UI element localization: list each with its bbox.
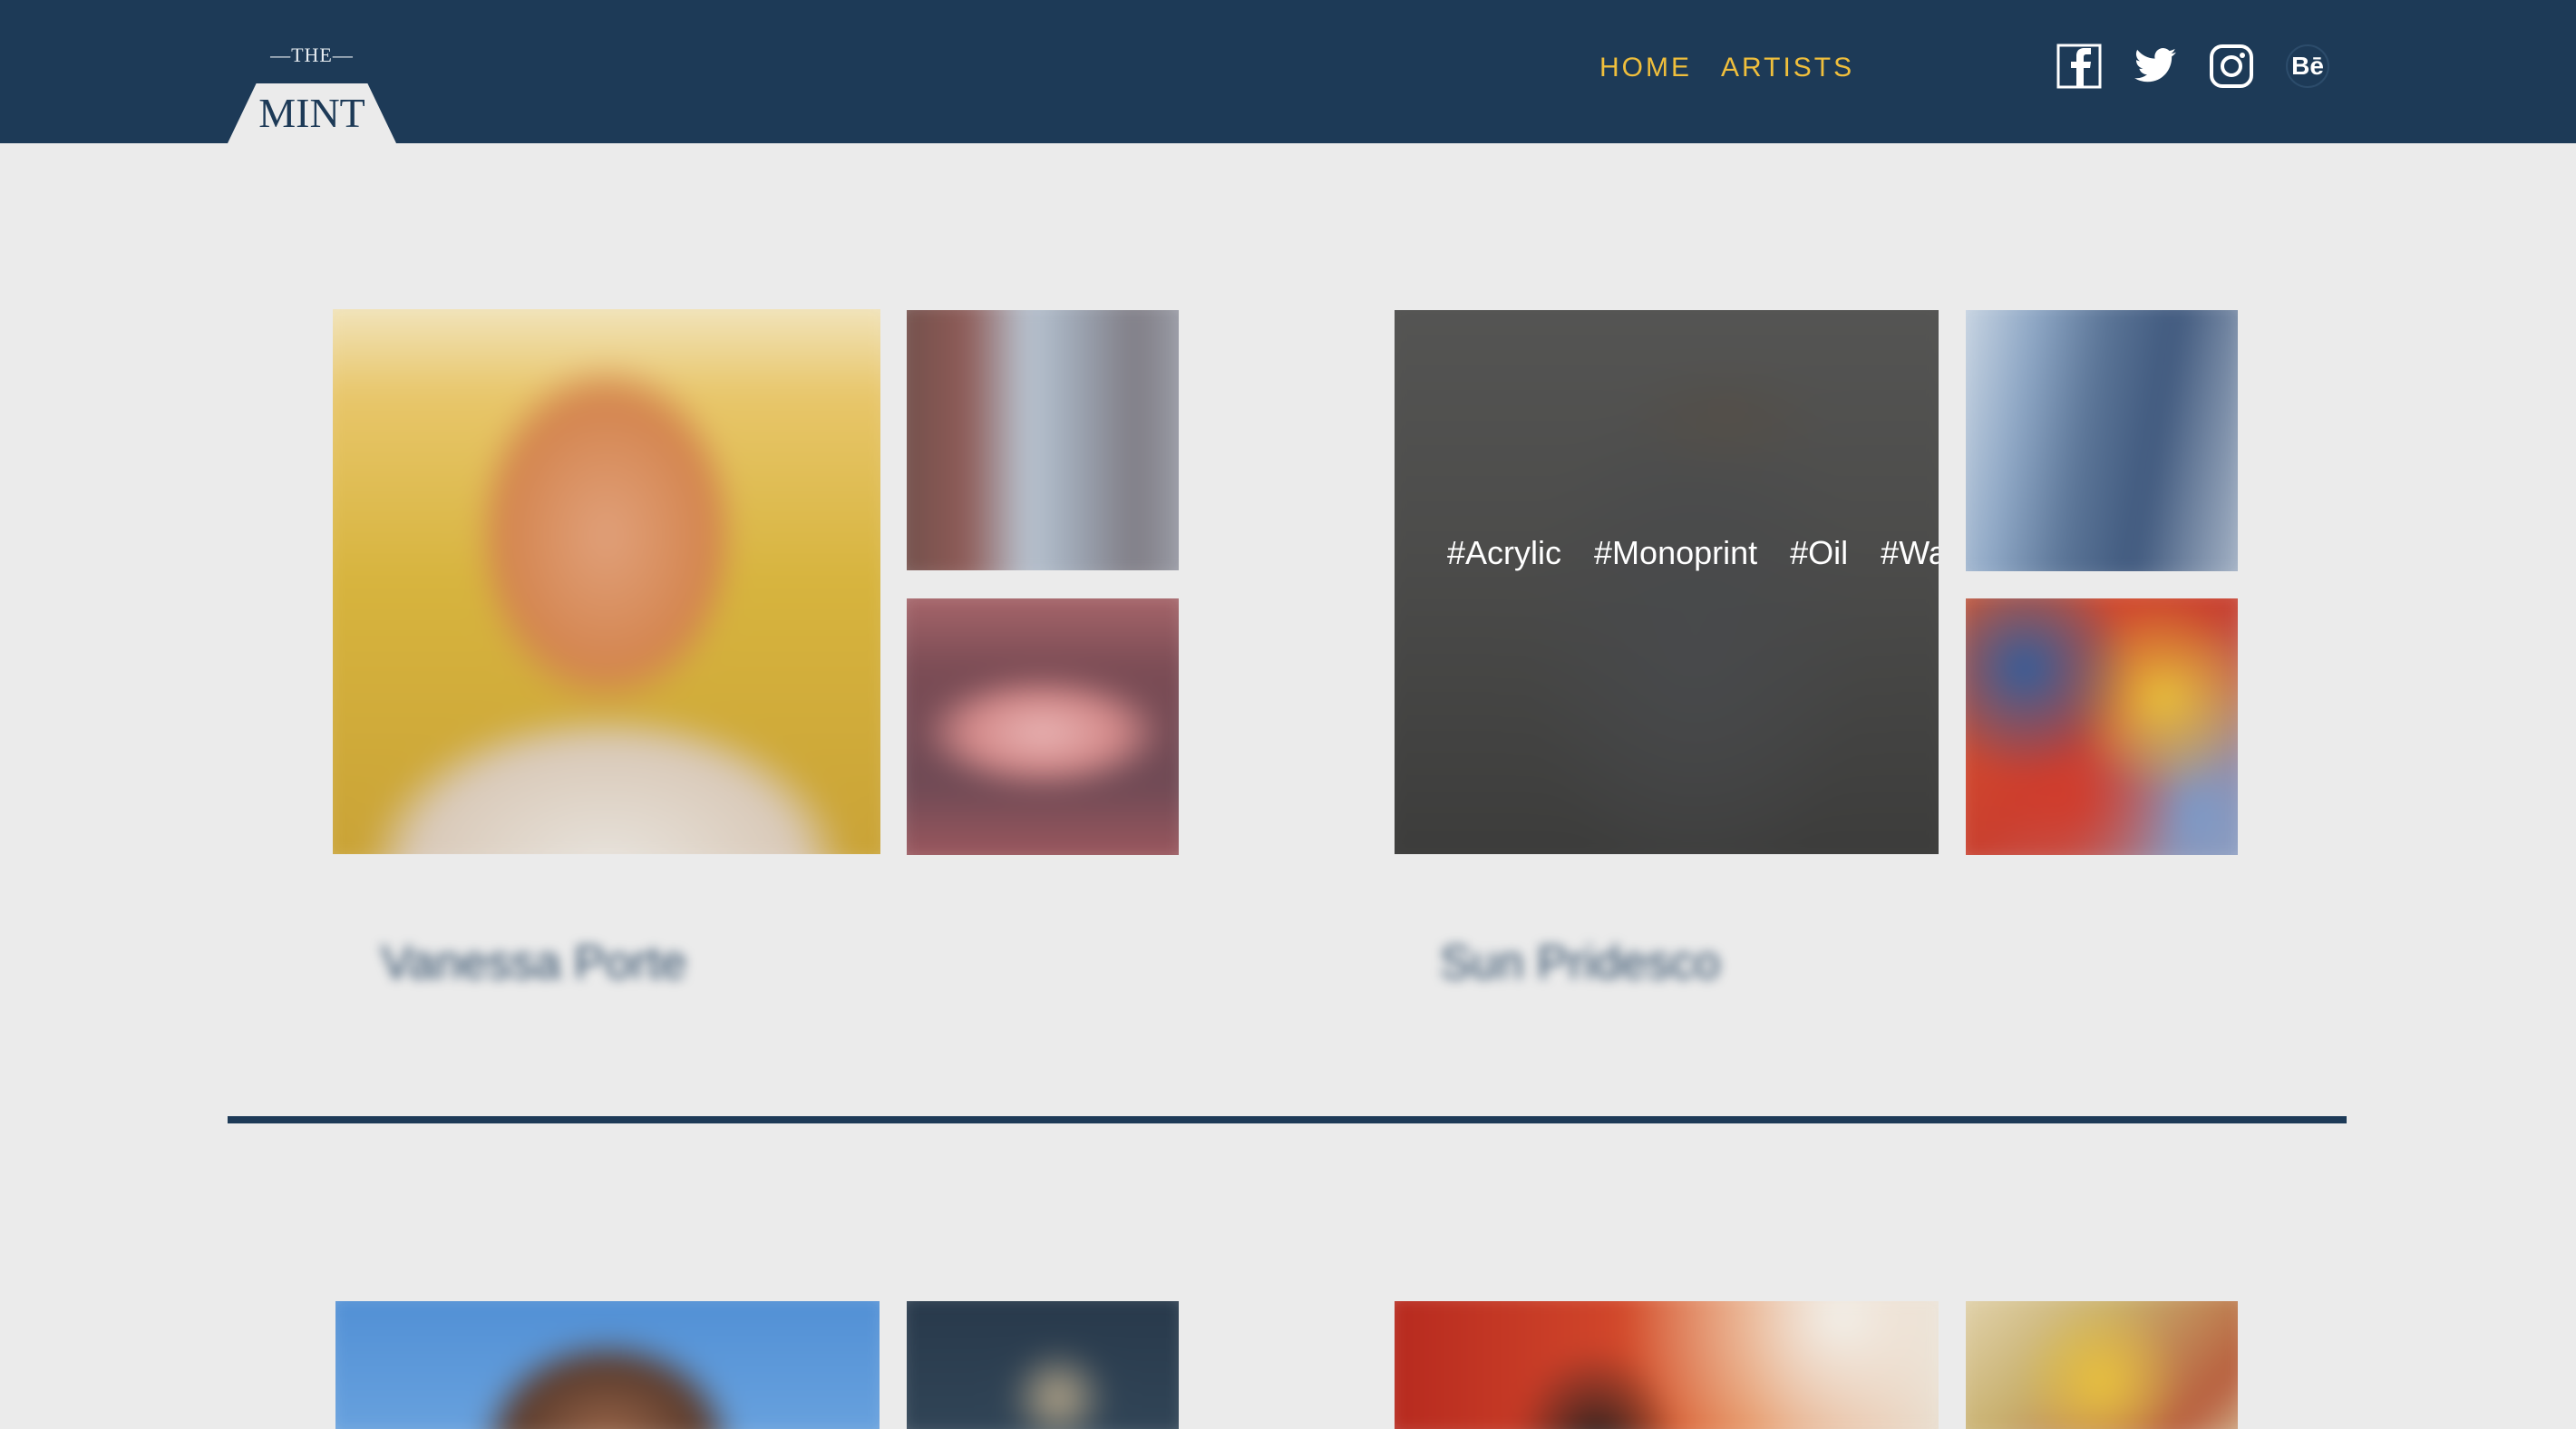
artwork-thumbnail[interactable]	[907, 310, 1179, 570]
section-divider	[228, 1116, 2347, 1123]
nav-home-link[interactable]: HOME	[1599, 53, 1692, 83]
artist-name[interactable]: Sun Pridesco	[1440, 936, 1720, 990]
artwork-thumbnail[interactable]	[1966, 1301, 2238, 1429]
logo-mint-text: MINT	[258, 90, 365, 136]
instagram-icon[interactable]	[2209, 44, 2254, 89]
facebook-icon[interactable]	[2056, 44, 2102, 89]
nav-artists-link[interactable]: ARTISTS	[1721, 53, 1854, 83]
artist-tags: #Acrylic #Monoprint #Oil #Watercolor	[1431, 519, 1939, 588]
site-header: —THE— MINT HOME ARTISTS Bē	[0, 0, 2576, 143]
artist-portrait[interactable]	[335, 1301, 880, 1429]
artist-name[interactable]: Vanessa Porte	[381, 936, 686, 990]
artist-portrait[interactable]	[1395, 1301, 1939, 1429]
logo-the-text: —THE—	[270, 44, 354, 66]
tag-monoprint[interactable]: #Monoprint	[1594, 534, 1757, 571]
tag-acrylic[interactable]: #Acrylic	[1447, 534, 1561, 571]
artwork-thumbnail[interactable]	[907, 1301, 1179, 1429]
tag-watercolor[interactable]: #Watercolor	[1881, 534, 1939, 571]
artist-portrait[interactable]: #Acrylic #Monoprint #Oil #Watercolor	[1395, 310, 1939, 854]
twitter-icon[interactable]	[2133, 44, 2178, 89]
artwork-thumbnail[interactable]	[1966, 598, 2238, 855]
behance-icon[interactable]: Bē	[2285, 44, 2330, 89]
artwork-thumbnail[interactable]	[907, 598, 1179, 855]
artist-portrait[interactable]	[333, 309, 880, 854]
tag-oil[interactable]: #Oil	[1790, 534, 1848, 571]
site-logo[interactable]: —THE— MINT	[228, 0, 396, 143]
artwork-thumbnail[interactable]	[1966, 310, 2238, 571]
behance-text: Bē	[2291, 52, 2324, 80]
